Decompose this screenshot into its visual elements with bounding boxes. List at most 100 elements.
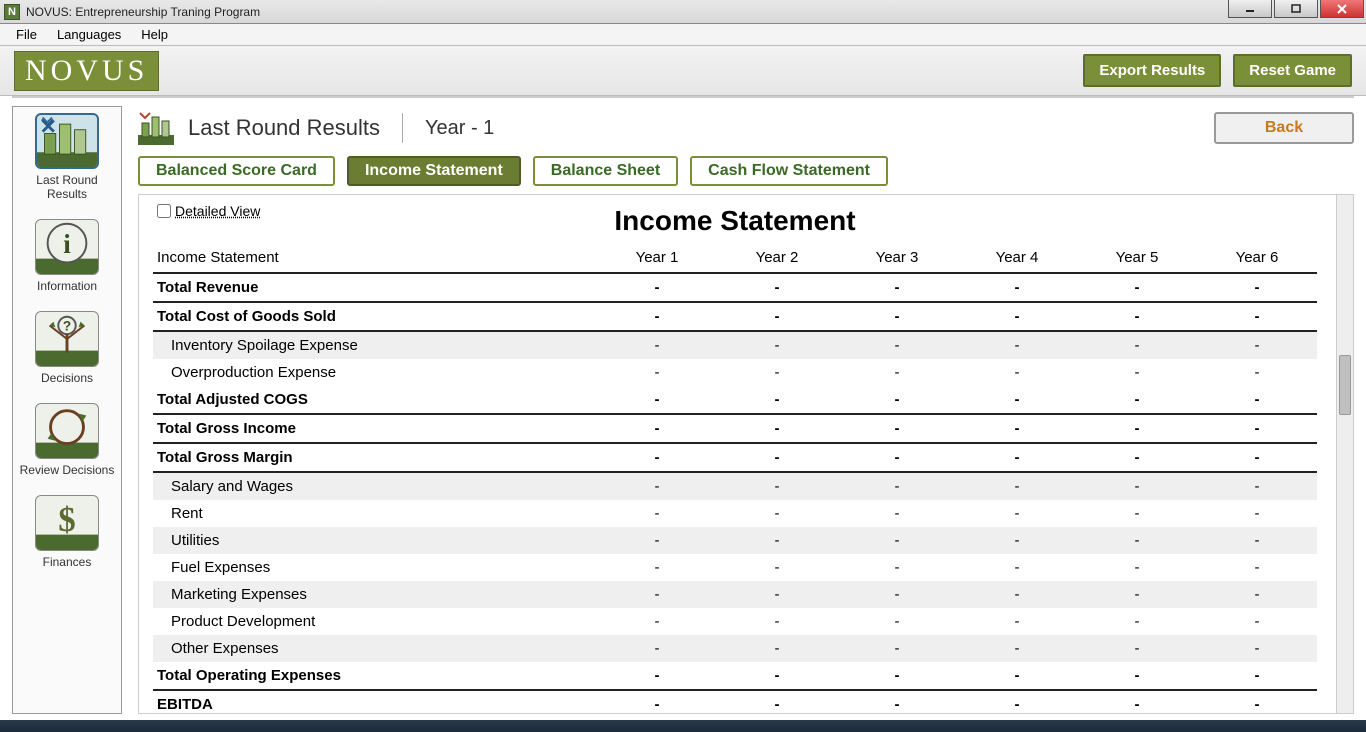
- table-header-label: Income Statement: [153, 243, 597, 273]
- cell-value: -: [1197, 472, 1317, 500]
- row-label: Marketing Expenses: [153, 581, 597, 608]
- cell-value: -: [1197, 690, 1317, 713]
- table-row: Total Gross Income------: [153, 414, 1317, 443]
- window-minimize-button[interactable]: [1228, 0, 1272, 18]
- window-close-button[interactable]: [1320, 0, 1364, 18]
- tab-balance-sheet[interactable]: Balance Sheet: [533, 156, 678, 186]
- sidebar: Last Round Results i Information ? Decis…: [12, 106, 122, 714]
- reset-game-button[interactable]: Reset Game: [1233, 54, 1352, 87]
- cell-value: -: [837, 635, 957, 662]
- cell-value: -: [957, 690, 1077, 713]
- cell-value: -: [597, 302, 717, 331]
- cell-value: -: [717, 690, 837, 713]
- content-header: Last Round Results Year - 1 Back: [138, 106, 1354, 150]
- cell-value: -: [837, 302, 957, 331]
- vertical-scrollbar[interactable]: [1336, 195, 1353, 713]
- cell-value: -: [1197, 331, 1317, 359]
- row-label: Total Cost of Goods Sold: [153, 302, 597, 331]
- cell-value: -: [837, 608, 957, 635]
- cell-value: -: [1197, 554, 1317, 581]
- table-row: Fuel Expenses------: [153, 554, 1317, 581]
- cell-value: -: [837, 359, 957, 386]
- cell-value: -: [1197, 386, 1317, 414]
- detailed-view-label[interactable]: Detailed View: [175, 203, 260, 219]
- cell-value: -: [597, 443, 717, 472]
- back-button[interactable]: Back: [1214, 112, 1354, 144]
- cell-value: -: [717, 386, 837, 414]
- report-title: Income Statement: [153, 205, 1317, 237]
- table-row: Other Expenses------: [153, 635, 1317, 662]
- info-icon: i: [35, 219, 99, 275]
- cell-value: -: [837, 527, 957, 554]
- cell-value: -: [837, 414, 957, 443]
- table-column-header: Year 3: [837, 243, 957, 273]
- cell-value: -: [1197, 527, 1317, 554]
- cell-value: -: [597, 690, 717, 713]
- table-column-header: Year 2: [717, 243, 837, 273]
- cell-value: -: [1077, 359, 1197, 386]
- sidebar-item-last-round-results[interactable]: Last Round Results: [15, 113, 119, 201]
- cell-value: -: [1077, 472, 1197, 500]
- cell-value: -: [1197, 414, 1317, 443]
- row-label: Total Gross Margin: [153, 443, 597, 472]
- cell-value: -: [1077, 273, 1197, 302]
- cell-value: -: [717, 608, 837, 635]
- report-tabs: Balanced Score Card Income Statement Bal…: [138, 156, 1354, 186]
- table-row: Total Cost of Goods Sold------: [153, 302, 1317, 331]
- table-row: Inventory Spoilage Expense------: [153, 331, 1317, 359]
- row-label: Overproduction Expense: [153, 359, 597, 386]
- cell-value: -: [837, 273, 957, 302]
- cell-value: -: [1077, 690, 1197, 713]
- row-label: Total Adjusted COGS: [153, 386, 597, 414]
- cell-value: -: [597, 662, 717, 690]
- menu-help[interactable]: Help: [131, 25, 178, 44]
- review-icon: [35, 403, 99, 459]
- menu-languages[interactable]: Languages: [47, 25, 131, 44]
- menu-file[interactable]: File: [6, 25, 47, 44]
- cell-value: -: [717, 273, 837, 302]
- cell-value: -: [1077, 635, 1197, 662]
- row-label: Product Development: [153, 608, 597, 635]
- detailed-view-checkbox[interactable]: [157, 204, 171, 218]
- table-column-header: Year 5: [1077, 243, 1197, 273]
- tab-income-statement[interactable]: Income Statement: [347, 156, 521, 186]
- cell-value: -: [1197, 302, 1317, 331]
- cell-value: -: [717, 331, 837, 359]
- cell-value: -: [957, 443, 1077, 472]
- export-results-button[interactable]: Export Results: [1083, 54, 1221, 87]
- sidebar-item-information[interactable]: i Information: [15, 219, 119, 293]
- taskbar: [0, 720, 1366, 732]
- scrollbar-thumb[interactable]: [1339, 355, 1351, 415]
- cell-value: -: [837, 472, 957, 500]
- tab-balanced-score-card[interactable]: Balanced Score Card: [138, 156, 335, 186]
- cell-value: -: [1077, 386, 1197, 414]
- tab-cash-flow-statement[interactable]: Cash Flow Statement: [690, 156, 888, 186]
- cell-value: -: [1197, 662, 1317, 690]
- cell-value: -: [597, 554, 717, 581]
- window-maximize-button[interactable]: [1274, 0, 1318, 18]
- table-row: Total Adjusted COGS------: [153, 386, 1317, 414]
- table-column-header: Year 1: [597, 243, 717, 273]
- cell-value: -: [1197, 273, 1317, 302]
- cell-value: -: [1077, 443, 1197, 472]
- sidebar-item-label: Last Round Results: [15, 173, 119, 201]
- sidebar-item-review-decisions[interactable]: Review Decisions: [15, 403, 119, 477]
- cell-value: -: [597, 608, 717, 635]
- cell-value: -: [957, 635, 1077, 662]
- dollar-icon: $: [35, 495, 99, 551]
- table-row: Salary and Wages------: [153, 472, 1317, 500]
- table-row: EBITDA------: [153, 690, 1317, 713]
- cell-value: -: [957, 581, 1077, 608]
- cell-value: -: [957, 273, 1077, 302]
- income-statement-table: Income StatementYear 1Year 2Year 3Year 4…: [153, 243, 1317, 713]
- cell-value: -: [597, 414, 717, 443]
- table-column-header: Year 4: [957, 243, 1077, 273]
- cell-value: -: [1077, 554, 1197, 581]
- table-row: Total Revenue------: [153, 273, 1317, 302]
- sidebar-item-decisions[interactable]: ? Decisions: [15, 311, 119, 385]
- cell-value: -: [597, 273, 717, 302]
- sidebar-item-finances[interactable]: $ Finances: [15, 495, 119, 569]
- row-label: Total Revenue: [153, 273, 597, 302]
- cell-value: -: [1197, 581, 1317, 608]
- cell-value: -: [1077, 414, 1197, 443]
